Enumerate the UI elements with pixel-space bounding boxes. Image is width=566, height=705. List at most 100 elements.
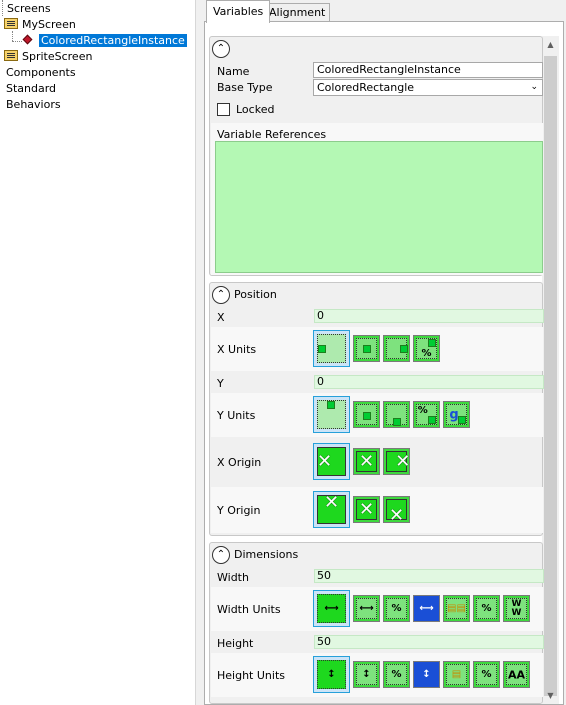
scroll-up-arrow-icon[interactable]: ▲: [542, 36, 559, 53]
variable-references-editor[interactable]: [215, 141, 543, 273]
y-units-baseline-button[interactable]: g: [443, 401, 470, 428]
screen-folder-icon: [4, 18, 18, 29]
tree-item-behaviors[interactable]: Behaviors: [6, 97, 61, 113]
height-units-row: Height Units ↕ ↕ % ↕ ▤ % AA: [211, 653, 543, 697]
close-icon: ✕: [388, 504, 405, 526]
tree-item-label: ColoredRectangleInstance: [39, 34, 187, 47]
tree-item-label: MyScreen: [22, 18, 76, 31]
percent-icon: %: [391, 602, 402, 614]
base-type-select[interactable]: ColoredRectangle ⌄: [313, 79, 543, 96]
y-label: Y: [217, 377, 224, 390]
tree-item-standard[interactable]: Standard: [6, 81, 56, 97]
x-units-pixels-from-center-button[interactable]: [353, 335, 380, 362]
height-field[interactable]: 50: [314, 635, 544, 649]
base-type-value: ColoredRectangle: [317, 81, 415, 94]
tree-connector: [12, 31, 13, 41]
variable-references-label: Variable References: [217, 128, 327, 141]
variable-references-row: Variable References: [211, 123, 543, 275]
width-row: Width 50: [211, 567, 544, 585]
tree-item-label: Behaviors: [6, 98, 61, 111]
width-units-absolute-button[interactable]: ⟷: [313, 590, 350, 627]
general-group-header: ⌃: [212, 39, 234, 59]
tree-item-spritescreen[interactable]: SpriteScreen: [4, 49, 92, 65]
panel-splitter[interactable]: [195, 0, 202, 705]
text-size-icon: AA: [507, 668, 526, 681]
locked-checkbox[interactable]: [217, 103, 230, 116]
ratio-icon: W W: [511, 598, 522, 618]
y-units-pixels-from-top-button[interactable]: [313, 396, 350, 433]
close-icon: ✕: [316, 450, 333, 472]
tree-item-screens[interactable]: Screens: [0, 1, 51, 17]
grid-icon: ▤: [451, 668, 462, 680]
height-units-relative-to-container-button[interactable]: ↕: [353, 661, 380, 688]
width-units-percentage-of-other-dimension-button[interactable]: W W: [503, 595, 530, 622]
y-origin-row: Y Origin ✕ ✕ ✕: [211, 487, 543, 533]
height-units-absolute-button[interactable]: ↕: [313, 656, 350, 693]
y-origin-center-button[interactable]: ✕: [353, 496, 380, 523]
x-units-pixels-from-left-button[interactable]: [313, 330, 350, 367]
scroll-down-arrow-icon[interactable]: ▼: [542, 687, 559, 704]
tree-item-myscreen[interactable]: MyScreen: [4, 17, 76, 33]
dimensions-title: Dimensions: [234, 548, 299, 561]
variables-tab-page: ▲ ▼ ⌃ Name ColoredRectangleInstance Base…: [204, 21, 564, 705]
tab-variables[interactable]: Variables: [206, 0, 271, 23]
height-units-file-size-button[interactable]: ▤: [443, 661, 470, 688]
y-units-pixels-from-center-button[interactable]: [353, 401, 380, 428]
percent-icon: %: [421, 347, 432, 359]
collapse-icon[interactable]: ⌃: [212, 286, 230, 304]
y-field[interactable]: 0: [314, 375, 544, 389]
vertical-arrow-icon: ↕: [362, 668, 371, 680]
close-icon: ✕: [358, 450, 375, 472]
height-units-percentage-of-container-button[interactable]: %: [383, 661, 410, 688]
x-field[interactable]: 0: [314, 309, 544, 323]
position-group-header: ⌃ Position: [212, 285, 277, 305]
percent-icon: %: [391, 668, 402, 680]
scroll-thumb[interactable]: [544, 56, 557, 696]
percent-icon: %: [417, 404, 428, 416]
width-units-relative-to-container-button[interactable]: ⟷: [353, 595, 380, 622]
element-tree[interactable]: Screens MyScreen ColoredRectangleInstanc…: [0, 0, 197, 705]
vertical-arrow-icon: ↕: [327, 668, 336, 680]
tree-item-coloredrectangleinstance[interactable]: ColoredRectangleInstance: [20, 33, 187, 49]
x-origin-center-button[interactable]: ✕: [353, 448, 380, 475]
dimensions-group: ⌃ Dimensions Width 50 Width Units ⟷ ⟷ % ⟷…: [209, 542, 544, 704]
vertical-scrollbar[interactable]: ▲ ▼: [542, 36, 559, 704]
tab-alignment[interactable]: Alignment: [264, 3, 331, 22]
x-units-label: X Units: [217, 343, 257, 356]
x-units-pixels-from-right-button[interactable]: [383, 335, 410, 362]
x-origin-row: X Origin ✕ ✕ ✕: [211, 439, 543, 485]
locked-label: Locked: [236, 103, 275, 116]
tree-connector: [2, 0, 3, 16]
name-field[interactable]: ColoredRectangleInstance: [313, 62, 543, 78]
tree-item-label: Components: [6, 66, 76, 79]
horizontal-arrow-icon: ⟷: [359, 602, 374, 614]
x-origin-left-button[interactable]: ✕: [313, 443, 350, 480]
height-label: Height: [217, 637, 254, 650]
height-units-percentage-of-other-dimension-button[interactable]: AA: [503, 661, 530, 688]
x-row: X 0: [211, 307, 544, 325]
base-type-row: Base Type ColoredRectangle ⌄: [211, 79, 543, 97]
x-origin-label: X Origin: [217, 456, 262, 469]
x-origin-right-button[interactable]: ✕: [383, 448, 410, 475]
height-units-relative-to-children-button[interactable]: ↕: [413, 661, 440, 688]
tree-item-components[interactable]: Components: [6, 65, 76, 81]
close-icon: ✕: [323, 491, 340, 513]
collapse-icon[interactable]: ⌃: [212, 40, 230, 58]
y-origin-top-button[interactable]: ✕: [313, 491, 350, 528]
name-row: Name ColoredRectangleInstance: [211, 61, 543, 79]
baseline-icon: g: [449, 407, 459, 422]
collapse-icon[interactable]: ⌃: [212, 546, 230, 564]
width-units-percentage-of-container-button[interactable]: %: [383, 595, 410, 622]
y-units-percentage-button[interactable]: %: [413, 401, 440, 428]
y-origin-label: Y Origin: [217, 504, 261, 517]
width-units-relative-to-children-button[interactable]: ⟷: [413, 595, 440, 622]
height-units-label: Height Units: [217, 669, 285, 682]
width-units-file-size-button[interactable]: ▤▤: [443, 595, 470, 622]
tab-strip: Variables Alignment: [202, 0, 566, 23]
y-origin-bottom-button[interactable]: ✕: [383, 496, 410, 526]
width-units-percentage-of-file-button[interactable]: %: [473, 595, 500, 622]
y-units-pixels-from-bottom-button[interactable]: [383, 401, 410, 428]
height-units-percentage-of-file-button[interactable]: %: [473, 661, 500, 688]
width-field[interactable]: 50: [314, 569, 544, 583]
x-units-percentage-button[interactable]: %: [413, 335, 440, 362]
